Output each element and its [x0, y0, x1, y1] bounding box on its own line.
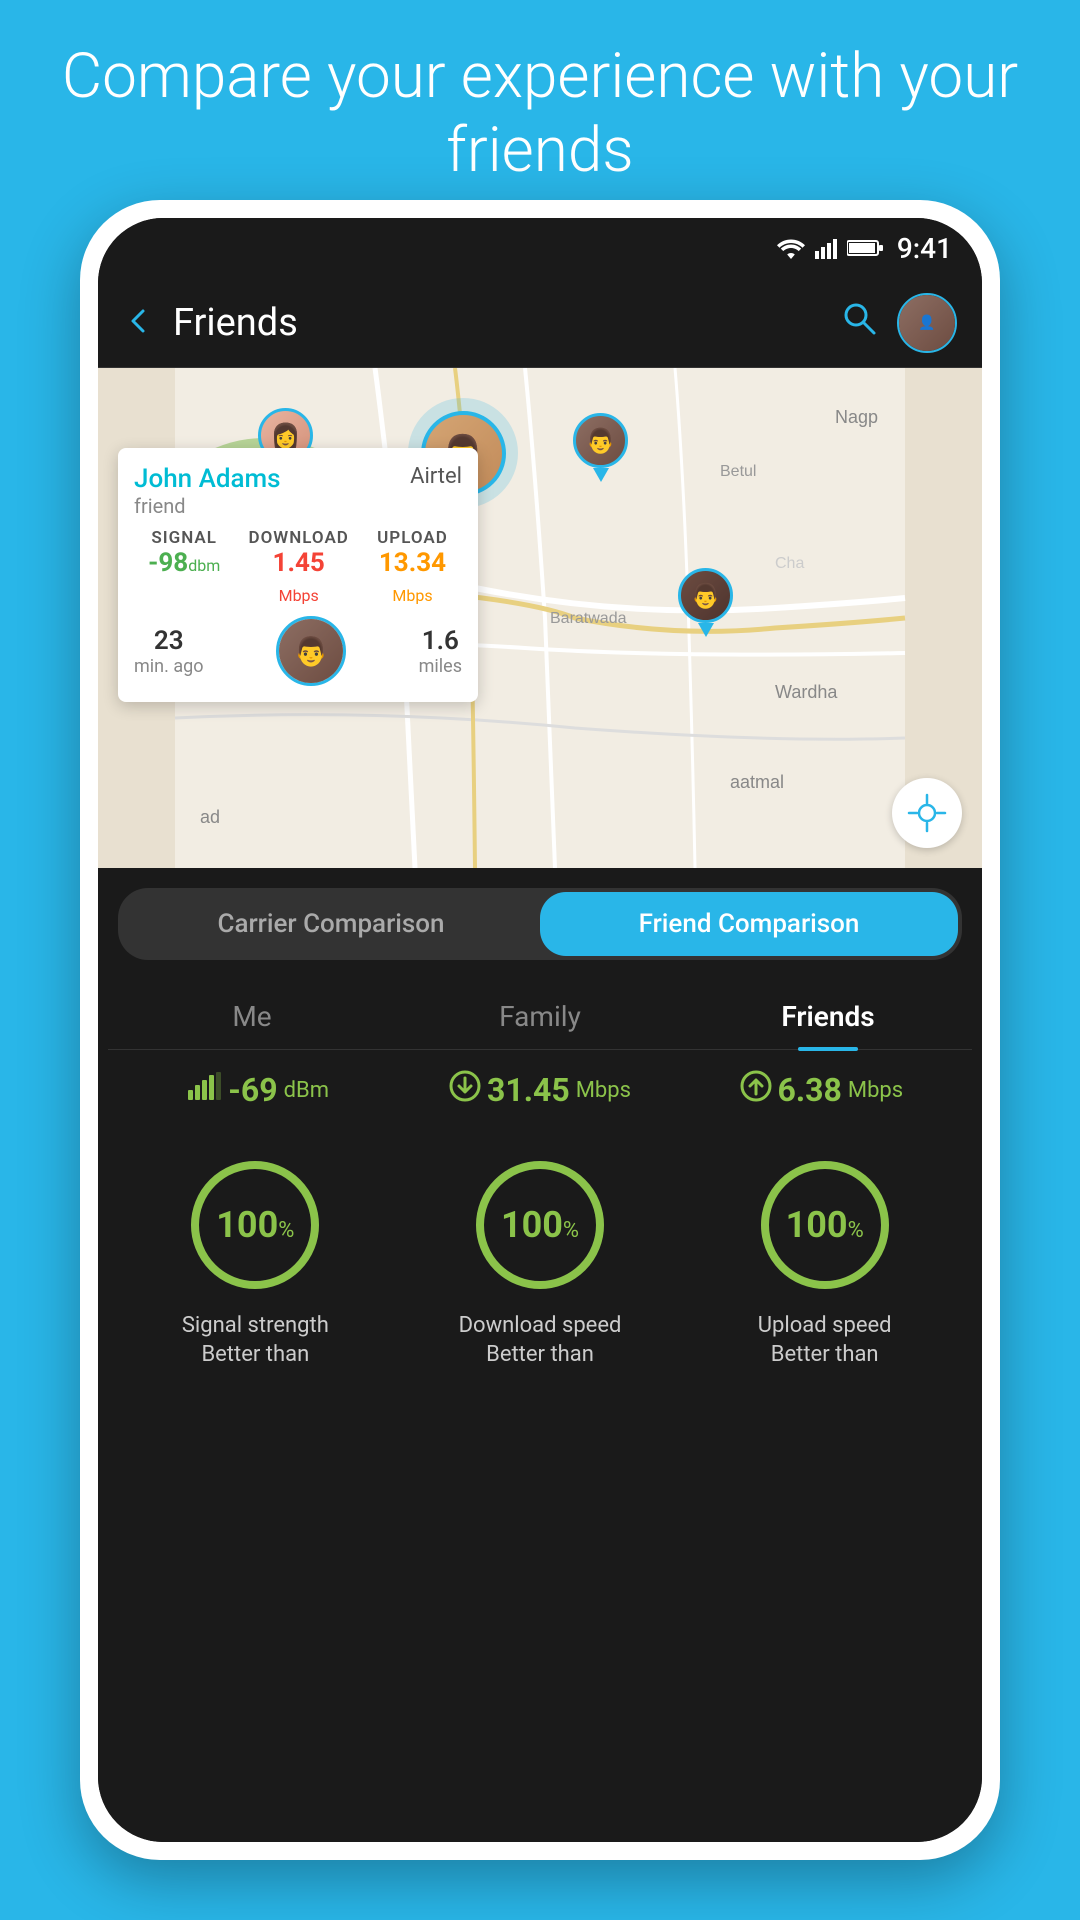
hero-text: Compare your experience with your friend… — [0, 40, 1080, 189]
status-time: 9:41 — [897, 232, 952, 265]
upload-stat: 6.38 Mbps — [681, 1070, 962, 1110]
distance-label: miles — [419, 656, 462, 677]
signal-value: -98dbm — [148, 548, 220, 578]
map-pin-right2: 👨 — [678, 568, 733, 637]
card-name: John Adams — [134, 464, 281, 494]
map-area: wal Wildlife Sanctuary aon Wardha Nagp a… — [98, 368, 982, 868]
info-card: John Adams friend Airtel SIGNAL -98dbm — [118, 448, 478, 702]
status-bar: 9:41 — [98, 218, 982, 278]
app-bar: Friends 👤 — [98, 278, 982, 368]
signal-stat-icon — [188, 1072, 222, 1108]
signal-label: SIGNAL — [148, 528, 220, 548]
download-circle-label: Download speedBetter than — [459, 1312, 622, 1369]
download-circle-col: 100% Download speedBetter than — [403, 1150, 678, 1369]
download-stat-icon — [449, 1070, 481, 1110]
search-icon[interactable] — [841, 300, 877, 345]
sub-tabs: Me Family Friends — [108, 980, 972, 1050]
svg-text:Wardha: Wardha — [775, 682, 838, 702]
distance-val: 1.6 — [419, 626, 462, 656]
upload-pct: 100 — [786, 1204, 848, 1246]
download-pct: 100 — [501, 1204, 563, 1246]
card-relation: friend — [134, 494, 281, 518]
phone-inner: 9:41 Friends 👤 — [98, 218, 982, 1842]
signal-circle-col: 100% Signal strengthBetter than — [118, 1150, 393, 1369]
app-content: 9:41 Friends 👤 — [98, 218, 982, 1842]
card-carrier: Airtel — [410, 464, 462, 489]
time-ago-val: 23 — [134, 626, 203, 656]
upload-circle-label: Upload speedBetter than — [758, 1312, 892, 1369]
upload-circle-col: 100% Upload speedBetter than — [687, 1150, 962, 1369]
download-value: 1.45Mbps — [249, 548, 349, 608]
time-ago-label: min. ago — [134, 656, 203, 677]
svg-text:aatmal: aatmal — [730, 772, 784, 792]
upload-label: UPLOAD — [377, 528, 448, 548]
status-icons — [777, 237, 883, 259]
upload-stat-val: 6.38 — [778, 1071, 842, 1109]
tab-me[interactable]: Me — [108, 980, 396, 1049]
download-stat: 31.45 Mbps — [399, 1070, 680, 1110]
signal-stat: -69 dBm — [118, 1071, 399, 1109]
page-title: Friends — [173, 301, 821, 345]
download-progress-circle: 100% — [465, 1150, 615, 1300]
signal-progress-circle: 100% — [180, 1150, 330, 1300]
stats-row: -69 dBm 31.45 Mbps — [98, 1050, 982, 1130]
download-stat-unit: Mbps — [576, 1078, 631, 1103]
carrier-comparison-tab[interactable]: Carrier Comparison — [122, 892, 540, 956]
signal-stat-val: -69 — [228, 1071, 277, 1109]
signal-circle-label: Signal strengthBetter than — [182, 1312, 329, 1369]
card-person-pin: 👨 — [276, 616, 346, 686]
tab-friends[interactable]: Friends — [684, 980, 972, 1049]
comparison-tabs: Carrier Comparison Friend Comparison — [118, 888, 962, 960]
svg-text:Betul: Betul — [720, 463, 756, 480]
upload-progress-circle: 100% — [750, 1150, 900, 1300]
back-button[interactable] — [123, 298, 153, 347]
svg-text:Cha: Cha — [775, 555, 804, 572]
upload-value: 13.34Mbps — [377, 548, 448, 608]
wifi-icon — [777, 237, 805, 259]
phone-frame: 9:41 Friends 👤 — [80, 200, 1000, 1860]
signal-icon — [815, 237, 837, 259]
user-avatar[interactable]: 👤 — [897, 293, 957, 353]
location-button[interactable] — [892, 778, 962, 848]
download-label: DOWNLOAD — [249, 528, 349, 548]
map-pin-right: 👨 — [573, 413, 628, 482]
circles-row: 100% Signal strengthBetter than — [98, 1130, 982, 1379]
signal-stat-unit: dBm — [284, 1078, 329, 1103]
friend-comparison-tab[interactable]: Friend Comparison — [540, 892, 958, 956]
tab-family[interactable]: Family — [396, 980, 684, 1049]
upload-stat-icon — [740, 1070, 772, 1110]
battery-icon — [847, 238, 883, 258]
bottom-panel: Carrier Comparison Friend Comparison Me … — [98, 868, 982, 1842]
svg-text:Nagp: Nagp — [835, 407, 878, 427]
upload-stat-unit: Mbps — [848, 1078, 903, 1103]
svg-text:ad: ad — [200, 807, 220, 827]
download-stat-val: 31.45 — [487, 1071, 570, 1109]
svg-text:Baratwada: Baratwada — [550, 610, 627, 627]
signal-pct: 100 — [216, 1204, 278, 1246]
